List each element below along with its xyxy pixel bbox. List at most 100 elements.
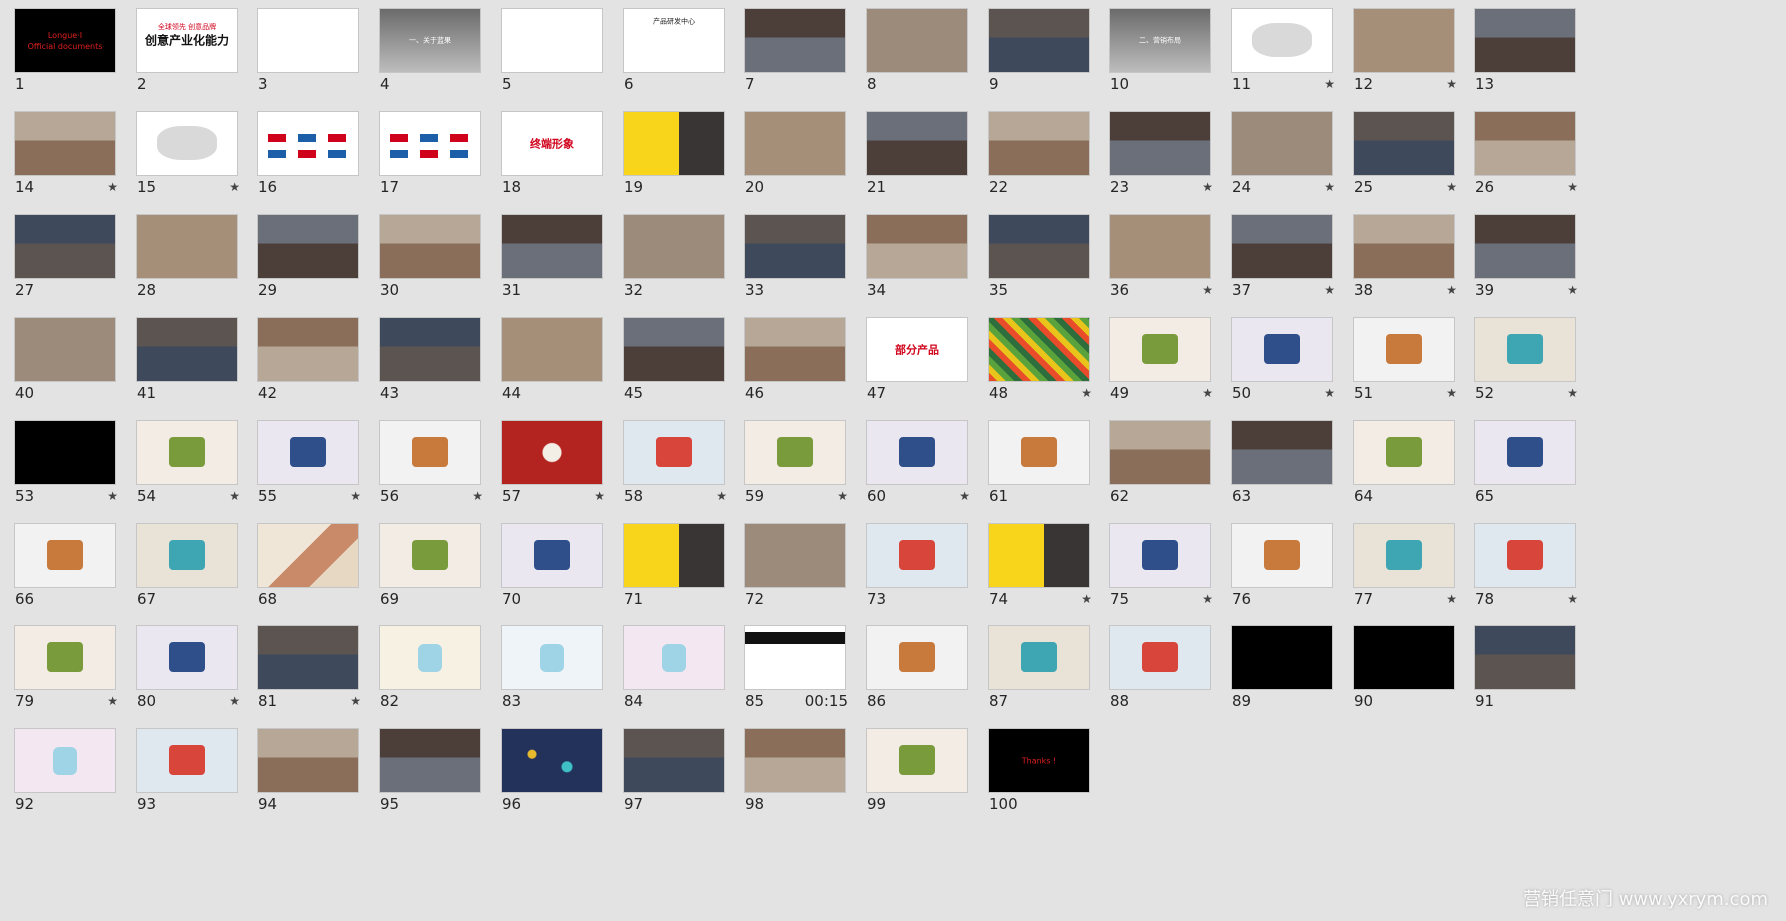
slide-thumbnail-80[interactable]: 80 ★ <box>136 625 240 710</box>
slide-thumbnail-77[interactable]: 77 ★ <box>1353 523 1457 608</box>
slide-thumbnail-62[interactable]: 62 <box>1109 420 1211 505</box>
slide-thumbnail-5[interactable]: 5 <box>501 8 603 93</box>
animation-star-icon[interactable]: ★ <box>107 180 118 195</box>
slide-thumbnail-91[interactable]: 91 <box>1474 625 1576 710</box>
slide-thumbnail-32[interactable]: 32 <box>623 214 725 299</box>
slide-thumbnail-83[interactable]: 83 <box>501 625 603 710</box>
animation-star-icon[interactable]: ★ <box>1081 386 1092 401</box>
animation-star-icon[interactable]: ★ <box>1202 386 1213 401</box>
slide-thumbnail-46[interactable]: 46 <box>744 317 846 402</box>
slide-thumbnail-60[interactable]: 60 ★ <box>866 420 970 505</box>
animation-star-icon[interactable]: ★ <box>107 694 118 709</box>
animation-star-icon[interactable]: ★ <box>594 489 605 504</box>
slide-thumbnail-6[interactable]: 产品研发中心 6 <box>623 8 725 93</box>
slide-thumbnail-7[interactable]: 7 <box>744 8 846 93</box>
animation-star-icon[interactable]: ★ <box>1202 592 1213 607</box>
slide-thumbnail-78[interactable]: 78 ★ <box>1474 523 1578 608</box>
slide-thumbnail-9[interactable]: 9 <box>988 8 1090 93</box>
slide-thumbnail-72[interactable]: 72 <box>744 523 846 608</box>
slide-thumbnail-25[interactable]: 25 ★ <box>1353 111 1457 196</box>
slide-thumbnail-19[interactable]: 19 <box>623 111 725 196</box>
animation-star-icon[interactable]: ★ <box>1324 77 1335 92</box>
slide-thumbnail-79[interactable]: 79 ★ <box>14 625 118 710</box>
slide-thumbnail-23[interactable]: 23 ★ <box>1109 111 1213 196</box>
animation-star-icon[interactable]: ★ <box>1567 180 1578 195</box>
slide-thumbnail-99[interactable]: 99 <box>866 728 968 813</box>
slide-thumbnail-69[interactable]: 69 <box>379 523 481 608</box>
slide-thumbnail-51[interactable]: 51 ★ <box>1353 317 1457 402</box>
slide-thumbnail-39[interactable]: 39 ★ <box>1474 214 1578 299</box>
animation-star-icon[interactable]: ★ <box>107 489 118 504</box>
animation-star-icon[interactable]: ★ <box>1446 180 1457 195</box>
animation-star-icon[interactable]: ★ <box>1567 592 1578 607</box>
slide-thumbnail-86[interactable]: 86 <box>866 625 968 710</box>
animation-star-icon[interactable]: ★ <box>1446 386 1457 401</box>
slide-thumbnail-26[interactable]: 26 ★ <box>1474 111 1578 196</box>
slide-thumbnail-14[interactable]: 14 ★ <box>14 111 118 196</box>
slide-thumbnail-55[interactable]: 55 ★ <box>257 420 361 505</box>
slide-thumbnail-100[interactable]: Thanks ! 100 <box>988 728 1090 813</box>
slide-thumbnail-63[interactable]: 63 <box>1231 420 1333 505</box>
slide-thumbnail-1[interactable]: Longue·I Official documents 1 <box>14 8 116 93</box>
slide-thumbnail-31[interactable]: 31 <box>501 214 603 299</box>
slide-thumbnail-20[interactable]: 20 <box>744 111 846 196</box>
animation-star-icon[interactable]: ★ <box>1446 77 1457 92</box>
slide-thumbnail-49[interactable]: 49 ★ <box>1109 317 1213 402</box>
slide-thumbnail-41[interactable]: 41 <box>136 317 238 402</box>
slide-thumbnail-58[interactable]: 58 ★ <box>623 420 727 505</box>
slide-thumbnail-75[interactable]: 75 ★ <box>1109 523 1213 608</box>
slide-thumbnail-12[interactable]: 12 ★ <box>1353 8 1457 93</box>
slide-thumbnail-97[interactable]: 97 <box>623 728 725 813</box>
slide-thumbnail-21[interactable]: 21 <box>866 111 968 196</box>
animation-star-icon[interactable]: ★ <box>472 489 483 504</box>
animation-star-icon[interactable]: ★ <box>1324 180 1335 195</box>
slide-thumbnail-45[interactable]: 45 <box>623 317 725 402</box>
slide-thumbnail-33[interactable]: 33 <box>744 214 846 299</box>
slide-thumbnail-73[interactable]: 73 <box>866 523 968 608</box>
slide-thumbnail-4[interactable]: 一、关于蓝果 4 <box>379 8 481 93</box>
animation-star-icon[interactable]: ★ <box>229 694 240 709</box>
slide-thumbnail-36[interactable]: 36 ★ <box>1109 214 1213 299</box>
animation-star-icon[interactable]: ★ <box>1446 283 1457 298</box>
slide-thumbnail-40[interactable]: 40 <box>14 317 116 402</box>
slide-thumbnail-66[interactable]: 66 <box>14 523 116 608</box>
slide-thumbnail-37[interactable]: 37 ★ <box>1231 214 1335 299</box>
animation-star-icon[interactable]: ★ <box>837 489 848 504</box>
animation-star-icon[interactable]: ★ <box>1202 283 1213 298</box>
slide-thumbnail-27[interactable]: 27 <box>14 214 116 299</box>
animation-star-icon[interactable]: ★ <box>1446 592 1457 607</box>
slide-thumbnail-34[interactable]: 34 <box>866 214 968 299</box>
animation-star-icon[interactable]: ★ <box>1567 283 1578 298</box>
animation-star-icon[interactable]: ★ <box>1081 592 1092 607</box>
slide-thumbnail-67[interactable]: 67 <box>136 523 238 608</box>
slide-thumbnail-96[interactable]: 96 <box>501 728 603 813</box>
slide-thumbnail-68[interactable]: 68 <box>257 523 359 608</box>
slide-thumbnail-71[interactable]: 71 <box>623 523 725 608</box>
slide-thumbnail-57[interactable]: 57 ★ <box>501 420 605 505</box>
slide-thumbnail-22[interactable]: 22 <box>988 111 1090 196</box>
slide-thumbnail-94[interactable]: 94 <box>257 728 359 813</box>
slide-thumbnail-15[interactable]: 15 ★ <box>136 111 240 196</box>
animation-star-icon[interactable]: ★ <box>1324 283 1335 298</box>
slide-thumbnail-17[interactable]: 17 <box>379 111 481 196</box>
animation-star-icon[interactable]: ★ <box>1202 180 1213 195</box>
slide-thumbnail-18[interactable]: 终端形象 18 <box>501 111 603 196</box>
slide-thumbnail-87[interactable]: 87 <box>988 625 1090 710</box>
animation-star-icon[interactable]: ★ <box>1324 386 1335 401</box>
slide-thumbnail-52[interactable]: 52 ★ <box>1474 317 1578 402</box>
animation-star-icon[interactable]: ★ <box>350 489 361 504</box>
slide-thumbnail-85[interactable]: 85 00:15 <box>744 625 848 710</box>
slide-thumbnail-44[interactable]: 44 <box>501 317 603 402</box>
slide-thumbnail-42[interactable]: 42 <box>257 317 359 402</box>
slide-thumbnail-81[interactable]: 81 ★ <box>257 625 361 710</box>
slide-thumbnail-54[interactable]: 54 ★ <box>136 420 240 505</box>
slide-thumbnail-24[interactable]: 24 ★ <box>1231 111 1335 196</box>
slide-thumbnail-13[interactable]: 13 <box>1474 8 1576 93</box>
animation-star-icon[interactable]: ★ <box>229 180 240 195</box>
slide-thumbnail-82[interactable]: 82 <box>379 625 481 710</box>
slide-thumbnail-89[interactable]: 89 <box>1231 625 1333 710</box>
slide-thumbnail-43[interactable]: 43 <box>379 317 481 402</box>
slide-thumbnail-11[interactable]: 11 ★ <box>1231 8 1335 93</box>
slide-thumbnail-47[interactable]: 部分产品 47 <box>866 317 968 402</box>
animation-star-icon[interactable]: ★ <box>229 489 240 504</box>
